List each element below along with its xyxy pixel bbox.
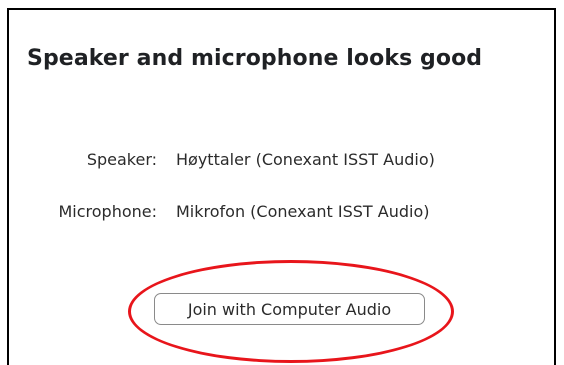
dialog-title: Speaker and microphone looks good (27, 46, 483, 71)
speaker-label: Speaker: (86, 150, 157, 169)
audio-test-dialog: Speaker and microphone looks good Speake… (7, 8, 556, 365)
speaker-row: Speaker: Høyttaler (Conexant ISST Audio) (9, 150, 549, 174)
microphone-row: Microphone: Mikrofon (Conexant ISST Audi… (9, 202, 549, 226)
microphone-device-name: Mikrofon (Conexant ISST Audio) (176, 202, 430, 221)
microphone-label: Microphone: (58, 202, 157, 221)
speaker-device-name: Høyttaler (Conexant ISST Audio) (176, 150, 435, 169)
join-with-computer-audio-button[interactable]: Join with Computer Audio (154, 293, 425, 325)
